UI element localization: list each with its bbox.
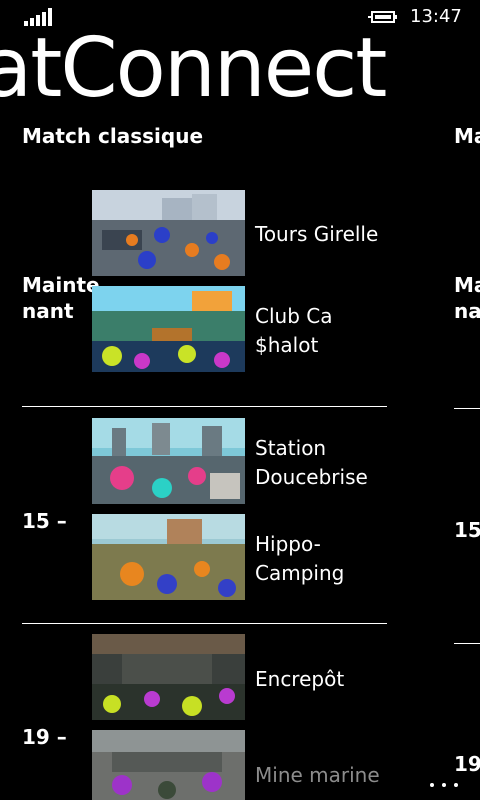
divider [454,643,480,644]
next-pivot-time-label: Ma nan [454,273,480,323]
map-name[interactable]: Station Doucebrise [255,434,368,492]
more-dots-icon[interactable] [428,780,468,790]
app-title: atConnect [0,21,387,116]
status-time: 13:47 [410,6,462,27]
map-thumbnail[interactable] [92,190,245,276]
time-slot-label: 19 – [22,725,67,749]
divider [22,623,387,624]
next-pivot-time-label: 15 [454,518,480,542]
time-slot-label: Mainte nant [22,273,100,323]
map-thumbnail[interactable] [92,634,245,720]
map-name[interactable]: Tours Girelle [255,220,378,249]
map-name[interactable]: Encrepôt [255,665,344,694]
map-thumbnail[interactable] [92,514,245,600]
map-name[interactable]: Club Ca $halot [255,302,332,360]
divider [454,408,480,409]
map-name[interactable]: Hippo- Camping [255,530,344,588]
divider [22,406,387,407]
pivot-header-next[interactable]: Ma [454,124,480,148]
pivot-header-current[interactable]: Match classique [22,124,203,148]
map-thumbnail[interactable] [92,730,245,800]
map-thumbnail[interactable] [92,286,245,372]
time-slot-label: 15 – [22,509,67,533]
next-pivot-time-label: 19 [454,752,480,776]
map-name[interactable]: Mine marine [255,761,380,790]
map-thumbnail[interactable] [92,418,245,504]
